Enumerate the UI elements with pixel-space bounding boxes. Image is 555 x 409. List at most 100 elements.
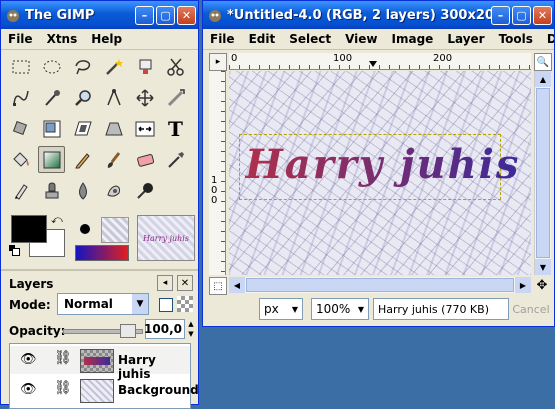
- opacity-spinner[interactable]: ▲ ▼: [186, 319, 196, 339]
- menu-xtns[interactable]: Xtns: [40, 32, 85, 46]
- smudge-icon[interactable]: [100, 177, 127, 204]
- paintbrush-icon[interactable]: [100, 146, 127, 173]
- ink-icon[interactable]: [7, 177, 34, 204]
- keep-transparency-checkbox[interactable]: [159, 298, 173, 312]
- minimize-button[interactable]: –: [135, 5, 154, 25]
- clone-icon[interactable]: [38, 177, 65, 204]
- menu-file[interactable]: File: [203, 32, 242, 46]
- horizontal-ruler: 0 100 200: [229, 53, 531, 70]
- menu-layer[interactable]: Layer: [440, 32, 491, 46]
- flip-icon[interactable]: [131, 115, 158, 142]
- ruler-menu-button[interactable]: ▸: [209, 53, 227, 71]
- cancel-button[interactable]: Cancel: [511, 298, 551, 320]
- fuzzy-select-icon[interactable]: [100, 53, 127, 80]
- image-window: *Untitled-4.0 (RGB, 2 layers) 300x200 – …: [202, 0, 555, 327]
- menu-file[interactable]: File: [1, 32, 40, 46]
- close-button[interactable]: ✕: [177, 5, 196, 25]
- ellipse-select-icon[interactable]: [38, 53, 65, 80]
- default-colors-icon[interactable]: [9, 245, 20, 256]
- chain-icon[interactable]: ⛓: [54, 380, 72, 396]
- layer-thumbnail: [80, 349, 114, 373]
- zoom-select[interactable]: 100% ▼: [311, 298, 369, 320]
- magnify-icon[interactable]: [69, 84, 96, 111]
- maximize-button[interactable]: ▢: [156, 5, 175, 25]
- scale-icon[interactable]: [38, 115, 65, 142]
- scissors-icon[interactable]: [162, 53, 189, 80]
- navigation-icon[interactable]: ✥: [534, 277, 550, 293]
- color-area: ⤺: [7, 213, 67, 265]
- paths-icon[interactable]: [7, 84, 34, 111]
- text-icon[interactable]: T: [162, 115, 189, 142]
- dock-close-icon[interactable]: ✕: [177, 275, 193, 291]
- bucket-fill-icon[interactable]: [7, 146, 34, 173]
- shear-icon[interactable]: [69, 115, 96, 142]
- minimize-button[interactable]: –: [491, 5, 510, 25]
- opacity-slider-handle[interactable]: [120, 324, 136, 338]
- gimp-icon: [209, 10, 221, 22]
- menu-select[interactable]: Select: [282, 32, 338, 46]
- perspective-icon[interactable]: [100, 115, 127, 142]
- foreground-color[interactable]: [11, 215, 47, 243]
- vertical-scrollbar[interactable]: ▲ ▼: [534, 71, 551, 275]
- color-picker-icon[interactable]: [38, 84, 65, 111]
- lasso-icon[interactable]: [69, 53, 96, 80]
- maximize-button[interactable]: ▢: [512, 5, 531, 25]
- toolbox-titlebar[interactable]: The GIMP – ▢ ✕: [1, 1, 198, 29]
- menu-image[interactable]: Image: [385, 32, 441, 46]
- move-icon[interactable]: [131, 84, 158, 111]
- mode-select[interactable]: Normal ▼: [57, 293, 149, 315]
- quick-mask-icon[interactable]: ⬚: [209, 277, 227, 295]
- scroll-right-icon[interactable]: ▶: [515, 277, 531, 293]
- menu-dialogs[interactable]: Dialogs: [540, 32, 554, 46]
- brush-preview[interactable]: [73, 217, 97, 241]
- menu-help[interactable]: Help: [84, 32, 129, 46]
- measure-icon[interactable]: [100, 84, 127, 111]
- dodge-burn-icon[interactable]: [131, 177, 158, 204]
- menu-view[interactable]: View: [338, 32, 384, 46]
- brush-pattern-gradient: [71, 213, 131, 265]
- rect-select-icon[interactable]: [7, 53, 34, 80]
- horizontal-scroll-thumb[interactable]: [246, 278, 514, 292]
- status-label: Harry juhis (770 KB): [373, 298, 509, 320]
- toolbox-title: The GIMP: [25, 7, 95, 23]
- dock-menu-icon[interactable]: ◂: [157, 275, 173, 291]
- blend-icon[interactable]: [38, 146, 65, 173]
- chain-icon[interactable]: ⛓: [54, 350, 72, 366]
- pencil-icon[interactable]: [69, 146, 96, 173]
- eraser-icon[interactable]: [131, 146, 158, 173]
- opacity-slider[interactable]: [63, 324, 143, 338]
- close-button[interactable]: ✕: [533, 5, 552, 25]
- chevron-down-icon: ▼: [357, 304, 365, 314]
- layer-thumbnail: [80, 379, 114, 403]
- image-title: *Untitled-4.0 (RGB, 2 layers) 300x200: [227, 7, 491, 23]
- gimp-icon: [7, 10, 19, 22]
- menu-tools[interactable]: Tools: [492, 32, 540, 46]
- gradient-preview[interactable]: [75, 245, 129, 261]
- pattern-preview[interactable]: [101, 217, 129, 243]
- eye-icon[interactable]: 👁: [20, 382, 37, 397]
- toolbox-window: The GIMP – ▢ ✕ File Xtns Help T ⤺ Harry …: [0, 0, 199, 409]
- scroll-up-icon[interactable]: ▲: [535, 71, 551, 87]
- menu-edit[interactable]: Edit: [242, 32, 283, 46]
- vertical-scroll-thumb[interactable]: [536, 88, 550, 258]
- opacity-input[interactable]: 100,0: [144, 319, 185, 339]
- swap-colors-icon[interactable]: ⤺: [51, 213, 63, 227]
- scroll-left-icon[interactable]: ◀: [229, 277, 245, 293]
- layer-row[interactable]: 👁 ⛓ Harry juhis: [10, 346, 190, 381]
- convolve-icon[interactable]: [69, 177, 96, 204]
- unit-select[interactable]: px ▼: [259, 298, 303, 320]
- image-thumbnail[interactable]: Harry juhis: [137, 215, 195, 261]
- tool-grid: T: [7, 53, 195, 213]
- eye-icon[interactable]: 👁: [20, 352, 37, 367]
- select-by-color-icon[interactable]: [131, 53, 158, 80]
- horizontal-scrollbar[interactable]: ◀ ▶: [229, 277, 531, 293]
- scroll-down-icon[interactable]: ▼: [535, 259, 551, 275]
- airbrush-icon[interactable]: [162, 146, 189, 173]
- rotate-icon[interactable]: [7, 115, 34, 142]
- navigate-button[interactable]: 🔍: [534, 53, 552, 71]
- ruler-pointer: [369, 61, 377, 67]
- crop-icon[interactable]: [162, 84, 189, 111]
- image-titlebar[interactable]: *Untitled-4.0 (RGB, 2 layers) 300x200 – …: [203, 1, 554, 29]
- layer-row[interactable]: 👁 ⛓ Background: [10, 376, 199, 404]
- canvas[interactable]: Harry juhis: [229, 71, 531, 275]
